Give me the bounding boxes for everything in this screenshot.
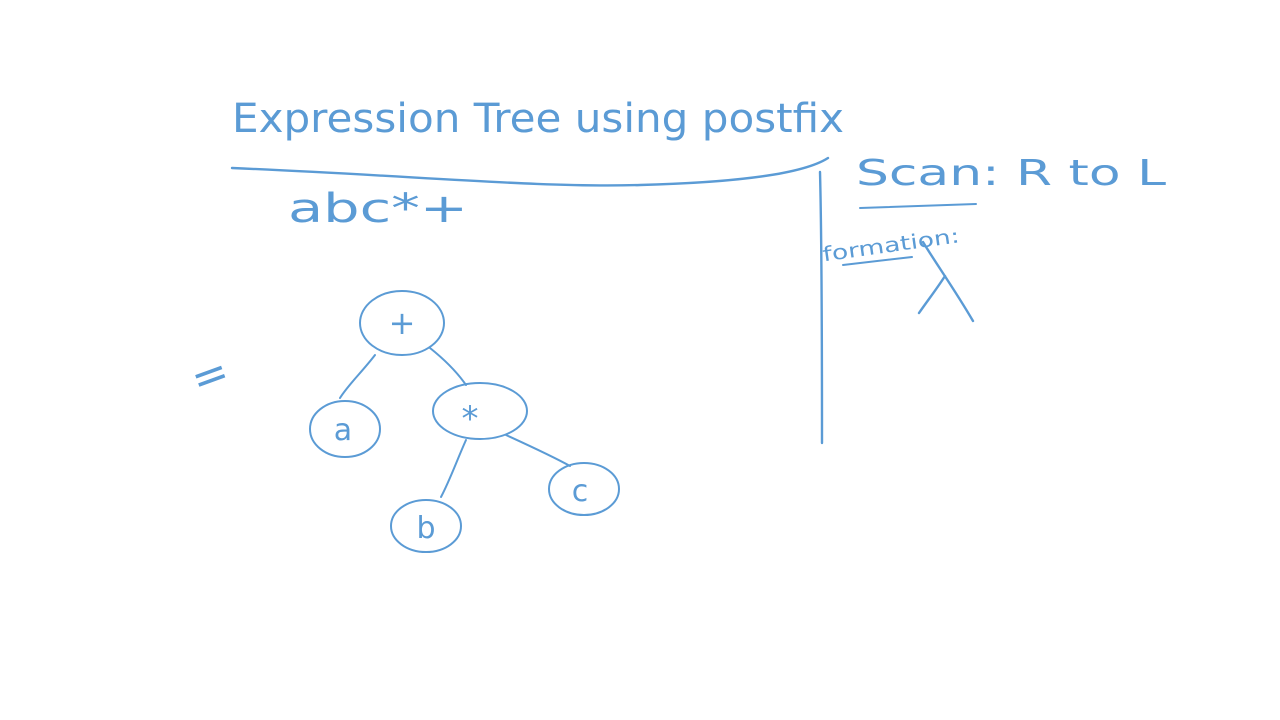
node-label: c [572,474,589,509]
tree-edge-root-a [339,354,376,399]
node-label: + [389,304,416,342]
tree-edge-star-c [505,434,571,467]
tree-node-b: b [390,499,462,553]
tree-node-star: * [432,382,528,440]
whiteboard-canvas: Expression Tree using postfix abc*+ = Sc… [0,0,1280,720]
equals-sign: = [184,345,236,406]
scan-label: Scan: R to L [856,153,1166,194]
tree-edge-star-b [440,439,467,498]
formation-mark [917,240,975,323]
node-label: * [462,399,479,439]
whiteboard-drawing: Expression Tree using postfix abc*+ = Sc… [184,96,1166,553]
postfix-expression: abc*+ [288,186,468,232]
title-text: Expression Tree using postfix [232,96,844,142]
node-label: b [416,511,435,546]
tree-edge-root-star [429,347,467,386]
node-label: a [334,413,352,448]
node-circle [432,382,528,440]
vertical-divider [818,170,824,445]
tree-node-a: a [309,400,381,458]
scan-underline [859,203,977,209]
tree-node-c: c [548,462,620,516]
title-underline [230,156,830,187]
tree-node-root: + [359,290,445,356]
